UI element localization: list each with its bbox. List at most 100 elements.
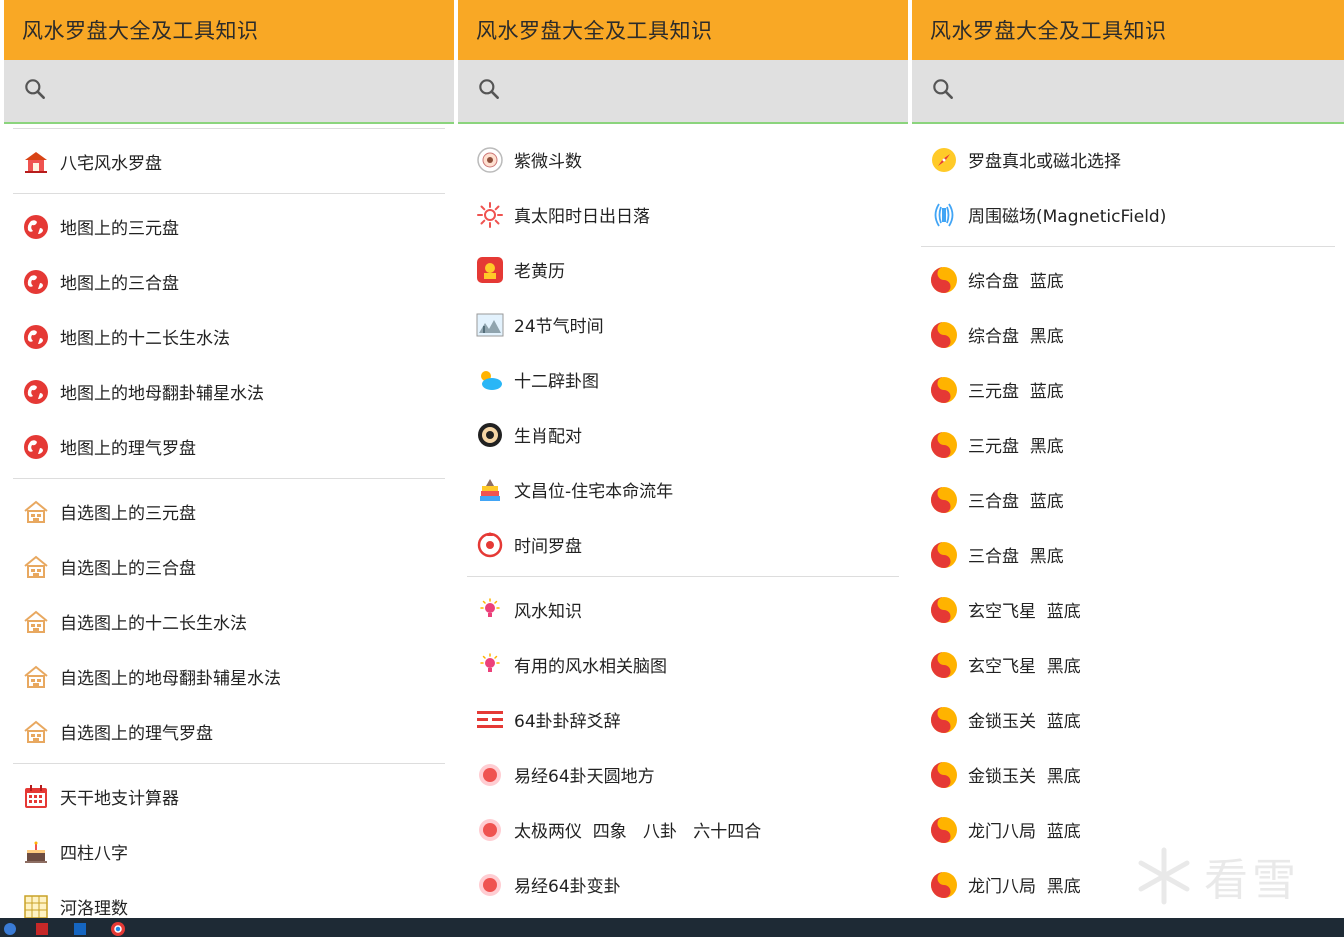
list-item[interactable]: 河洛理数 [4, 879, 454, 918]
app-icon[interactable] [34, 921, 50, 937]
donut-icon [476, 421, 504, 449]
books-icon [476, 476, 504, 504]
list-item[interactable]: 金锁玉关 黑底 [912, 747, 1344, 802]
list-item[interactable]: 易经64卦天圆地方 [458, 747, 908, 802]
app-panel-2: 风水罗盘大全及工具知识 紫微斗数真太阳时日出日落 老黄历 24节气时间十二辟卦图 生肖… [458, 0, 908, 918]
list-item[interactable]: 文昌位-住宅本命流年 [458, 462, 908, 517]
list-item[interactable]: 自选图上的三元盘 [4, 484, 454, 539]
red-dot-icon [476, 761, 504, 789]
list-item-label: 有用的风水相关脑图 [514, 657, 667, 677]
yinyang-icon [930, 321, 958, 349]
search-bar[interactable] [458, 60, 908, 124]
list-item[interactable]: 十二辟卦图 [458, 352, 908, 407]
list-item-label: 地图上的地母翻卦辅星水法 [60, 384, 264, 404]
list-item[interactable]: 易经64卦变卦 [458, 857, 908, 912]
list-item-label: 紫微斗数 [514, 152, 582, 172]
search-icon[interactable] [930, 76, 956, 106]
list-item[interactable]: 综合盘 蓝底 [912, 252, 1344, 307]
list-item[interactable]: 生肖配对 [458, 407, 908, 462]
house-outline-icon [22, 498, 50, 526]
red-dot-icon [476, 871, 504, 899]
list-item-label: 三合盘 蓝底 [968, 492, 1064, 512]
menu-list: 罗盘真北或磁北选择周围磁场(MagneticField) 综合盘 蓝底 综合盘 黑底… [912, 124, 1344, 912]
list-item[interactable]: 太极两仪 四象 八卦 六十四合 [458, 802, 908, 857]
divider [4, 474, 454, 484]
list-item[interactable]: 自选图上的三合盘 [4, 539, 454, 594]
landscape-icon [476, 311, 504, 339]
list-item-label: 周围磁场(MagneticField) [968, 207, 1167, 227]
yinyang-icon [930, 706, 958, 734]
list-item[interactable]: 地图上的三元盘 [4, 199, 454, 254]
list-item[interactable]: 玄空飞星 黑底 [912, 637, 1344, 692]
list-item[interactable]: 综合盘 黑底 [912, 307, 1344, 362]
list-item-label: 三合盘 黑底 [968, 547, 1064, 567]
grid-icon [22, 893, 50, 918]
list-item[interactable]: 天干地支计算器 [4, 769, 454, 824]
search-input[interactable] [58, 71, 454, 111]
list-item-label: 24节气时间 [514, 317, 604, 337]
list-item-label: 金锁玉关 黑底 [968, 767, 1081, 787]
list-item-label: 地图上的三元盘 [60, 219, 179, 239]
search-icon[interactable] [476, 76, 502, 106]
watermark: 看雪 [1132, 838, 1332, 914]
divider [4, 124, 454, 134]
list-item[interactable]: 自选图上的十二长生水法 [4, 594, 454, 649]
list-item[interactable]: 罗盘真北或磁北选择 [912, 132, 1344, 187]
app-title: 风水罗盘大全及工具知识 [476, 19, 713, 43]
globe-icon [22, 213, 50, 241]
list-item-label: 四柱八字 [60, 844, 128, 864]
browser-icon[interactable] [2, 921, 18, 937]
list-item-label: 玄空飞星 蓝底 [968, 602, 1081, 622]
list-item[interactable]: 四柱八字 [4, 824, 454, 879]
cake-icon [22, 838, 50, 866]
list-item[interactable]: 自选图上的地母翻卦辅星水法 [4, 649, 454, 704]
search-input[interactable] [512, 71, 908, 111]
app-title: 风水罗盘大全及工具知识 [22, 19, 259, 43]
list-item[interactable]: 老黄历 [458, 242, 908, 297]
globe-icon [22, 323, 50, 351]
app-icon[interactable] [72, 921, 88, 937]
list-item-label: 自选图上的三元盘 [60, 504, 196, 524]
compass-icon [930, 146, 958, 174]
list-item[interactable]: 有用的风水相关脑图 [458, 637, 908, 692]
list-item-label: 龙门八局 蓝底 [968, 822, 1081, 842]
list-item[interactable]: 三合盘 蓝底 [912, 472, 1344, 527]
search-input[interactable] [966, 71, 1344, 111]
list-item[interactable]: 三元盘 蓝底 [912, 362, 1344, 417]
list-item[interactable]: 紫微斗数 [458, 132, 908, 187]
yinyang-icon [930, 816, 958, 844]
list-item[interactable]: 真太阳时日出日落 [458, 187, 908, 242]
list-item[interactable]: 风水知识 [458, 582, 908, 637]
search-bar[interactable] [912, 60, 1344, 124]
yinyang-icon [930, 596, 958, 624]
list-item[interactable]: 周围磁场(MagneticField) [912, 187, 1344, 242]
list-item[interactable]: 三元盘 黑底 [912, 417, 1344, 472]
list-item[interactable]: 时间罗盘 [458, 517, 908, 572]
house-outline-icon [22, 608, 50, 636]
trigram-icon [476, 706, 504, 734]
search-bar[interactable] [4, 60, 454, 124]
list-item[interactable]: 三合盘 黑底 [912, 527, 1344, 582]
ziwei-icon [476, 146, 504, 174]
list-item[interactable]: 自选图上的理气罗盘 [4, 704, 454, 759]
snowflake-icon [1138, 847, 1190, 905]
app-panel-3: 风水罗盘大全及工具知识 罗盘真北或磁北选择 周围磁场(MagneticField)… [912, 0, 1344, 918]
list-item[interactable]: 64卦卦辞爻辞 [458, 692, 908, 747]
list-item[interactable]: 玄空飞星 蓝底 [912, 582, 1344, 637]
list-item[interactable]: 24节气时间 [458, 297, 908, 352]
list-item-label: 地图上的十二长生水法 [60, 329, 230, 349]
bulb-icon [476, 596, 504, 624]
list-item[interactable]: 地图上的三合盘 [4, 254, 454, 309]
list-item-label: 金锁玉关 蓝底 [968, 712, 1081, 732]
list-item[interactable]: 地图上的理气罗盘 [4, 419, 454, 474]
list-item[interactable]: 地图上的十二长生水法 [4, 309, 454, 364]
search-icon[interactable] [22, 76, 48, 106]
divider [458, 572, 908, 582]
yinyang-icon [930, 431, 958, 459]
yinyang-icon [930, 761, 958, 789]
list-item[interactable]: 八宅风水罗盘 [4, 134, 454, 189]
list-item[interactable]: 地图上的地母翻卦辅星水法 [4, 364, 454, 419]
chrome-icon[interactable] [110, 921, 126, 937]
list-item[interactable]: 金锁玉关 蓝底 [912, 692, 1344, 747]
globe-icon [22, 433, 50, 461]
